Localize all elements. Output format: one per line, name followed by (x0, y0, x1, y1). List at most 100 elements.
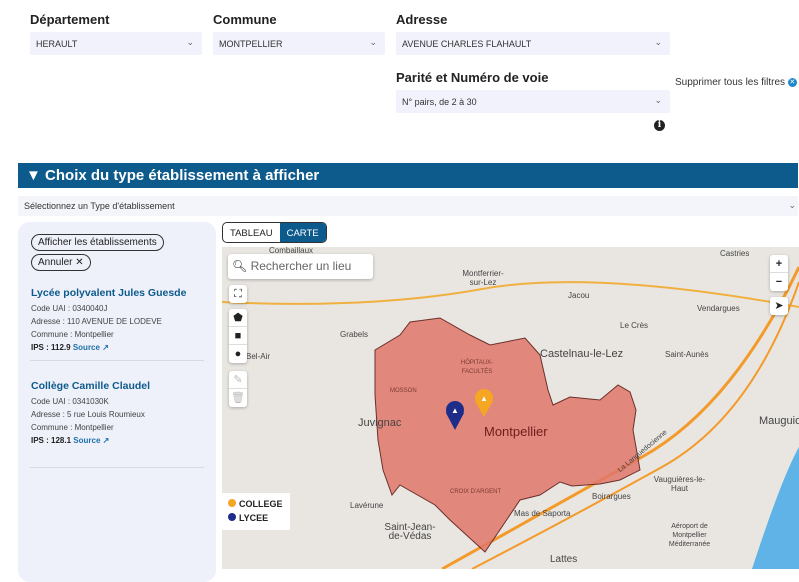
legend-item-college: COLLEGE (228, 497, 284, 511)
type-select[interactable]: Sélectionnez un Type d'établissement ⌄ (18, 196, 798, 216)
map-label: Mas de Saporta (514, 509, 571, 518)
map-label: Grabels (340, 330, 369, 339)
chevron-down-icon: ⌄ (369, 37, 377, 47)
filter-icon: ▼ (26, 167, 41, 184)
section-header[interactable]: ▼ Choix du type établissement à afficher (18, 163, 798, 188)
edit-icon[interactable]: ✎ (229, 371, 247, 389)
establishment-card: Lycée polyvalent Jules Guesde Code UAI :… (31, 287, 186, 354)
district-label: HÔPITAUX-FACULTÉS (460, 360, 494, 375)
search-icon: 🔍︎ (232, 259, 248, 273)
departement-select[interactable]: HERAULT ⌄ (30, 32, 202, 55)
source-link[interactable]: Source (73, 436, 100, 445)
establishment-code: Code UAI : 0340040J (31, 304, 108, 313)
legend-dot (228, 499, 236, 507)
tab-tableau[interactable]: TABLEAU (223, 223, 280, 242)
chevron-down-icon: ⌄ (186, 37, 194, 47)
map-label: Saint-Aunès (665, 350, 709, 359)
svg-text:▲: ▲ (451, 406, 459, 415)
delete-icon[interactable]: 🗑︎ (229, 389, 247, 407)
map-layer: ▲ ▲ (222, 266, 799, 569)
district-label: MOSSON (390, 388, 417, 394)
search-placeholder: Rechercher un lieu (250, 259, 352, 273)
cancel-label: Annuler (38, 257, 73, 268)
chevron-down-icon: ⌄ (654, 37, 662, 47)
map-label: Le Crès (620, 321, 649, 330)
draw-circle-icon[interactable]: ● (229, 345, 247, 363)
svg-text:▲: ▲ (480, 394, 488, 403)
edit-toolbar: ✎ 🗑︎ (229, 371, 247, 407)
adresse-select[interactable]: AVENUE CHARLES FLAHAULT ⌄ (396, 32, 670, 55)
map-label: Vauguières-le-Haut (653, 475, 706, 493)
departement-label: Département (30, 12, 110, 27)
adresse-label: Adresse (396, 12, 448, 27)
commune-select[interactable]: MONTPELLIER ⌄ (213, 32, 385, 55)
draw-toolbar: ⬟ ■ ● (229, 309, 247, 363)
establishment-address: Adresse : 5 rue Louis Roumieux (31, 410, 145, 419)
establishment-ips: IPS : 128.1 (31, 436, 72, 445)
tab-carte[interactable]: CARTE (279, 223, 326, 242)
zoom-out-button[interactable]: − (770, 273, 788, 291)
map-legend: COLLEGE LYCEE (222, 493, 290, 530)
establishment-commune: Commune : Montpellier (31, 330, 114, 339)
place-search-input[interactable]: 🔍︎ Rechercher un lieu (228, 254, 373, 279)
map-label: Montferrier-sur-Lez (462, 269, 504, 287)
map-label: Montpellier (484, 424, 548, 439)
lagoon (752, 447, 799, 569)
parite-label: Parité et Numéro de voie (396, 70, 549, 85)
establishment-code: Code UAI : 0341030K (31, 397, 109, 406)
zoom-in-button[interactable]: + (770, 255, 788, 273)
map-label: Castries (720, 249, 750, 258)
locate-button[interactable]: ➤ (770, 297, 788, 315)
district-label: CROIX D'ARGENT (450, 489, 502, 495)
establishment-name[interactable]: Collège Camille Claudel (31, 380, 150, 393)
legend-label: LYCEE (239, 513, 269, 523)
cancel-button[interactable]: Annuler ✕ (31, 254, 91, 271)
clear-filters-label: Supprimer tous les filtres (675, 77, 786, 88)
legend-label: COLLEGE (239, 499, 283, 509)
close-icon: ✕ (75, 257, 84, 268)
divider (30, 360, 204, 361)
airport-label: Aéroport de Montpellier Méditerranée (668, 523, 711, 548)
view-tabs: TABLEAU CARTE (222, 222, 327, 243)
type-select-placeholder: Sélectionnez un Type d'établissement (24, 201, 175, 211)
chevron-down-icon: ⌄ (654, 95, 662, 105)
parite-value: N° pairs, de 2 à 30 (402, 97, 477, 107)
section-title: Choix du type établissement à afficher (45, 167, 320, 184)
map-label: Juvignac (358, 417, 402, 429)
clear-filters-link[interactable]: Supprimer tous les filtres ✕ (675, 77, 797, 88)
establishment-name[interactable]: Lycée polyvalent Jules Guesde (31, 287, 186, 300)
draw-rectangle-icon[interactable]: ■ (229, 327, 247, 345)
show-establishments-button[interactable]: Afficher les établissements (31, 234, 164, 251)
establishment-commune: Commune : Montpellier (31, 423, 114, 432)
commune-label: Commune (213, 12, 277, 27)
establishment-ips: IPS : 112.9 (31, 343, 71, 352)
map-label: Mauguio (759, 415, 799, 427)
map-label: Bel-Air (246, 352, 271, 361)
map-label: Lattes (550, 554, 578, 565)
adresse-value: AVENUE CHARLES FLAHAULT (402, 39, 532, 49)
results-panel: Afficher les établissements Annuler ✕ Ly… (18, 222, 216, 582)
map-label: Vendargues (697, 304, 740, 313)
parite-select[interactable]: N° pairs, de 2 à 30 ⌄ (396, 90, 670, 113)
source-link[interactable]: Source (73, 343, 100, 352)
establishment-address: Adresse : 110 AVENUE DE LODEVE (31, 317, 162, 326)
fullscreen-button[interactable]: ⛶ (229, 285, 247, 303)
departement-value: HERAULT (36, 39, 78, 49)
map-label: Lavérune (350, 501, 384, 510)
chevron-down-icon: ⌄ (788, 200, 796, 210)
map-label: Castelnau-le-Lez (540, 348, 624, 360)
external-link-icon: ↗ (102, 436, 110, 445)
establishment-card: Collège Camille Claudel Code UAI : 03410… (31, 380, 150, 447)
commune-value: MONTPELLIER (219, 39, 283, 49)
close-circle-icon: ✕ (787, 77, 797, 87)
legend-dot (228, 513, 236, 521)
divider (30, 467, 204, 468)
zoom-control: + − (770, 255, 788, 291)
locate-arrow-icon: ➤ (774, 300, 784, 312)
draw-polygon-icon[interactable]: ⬟ (229, 309, 247, 327)
map-label: Saint-Jean-de-Védas (384, 522, 436, 542)
info-icon[interactable]: i (654, 120, 665, 131)
legend-item-lycee: LYCEE (228, 511, 284, 525)
map[interactable]: ▲ ▲ Combaillaux Montferrier-sur-Lez Jaco… (222, 247, 799, 569)
map-label: Jacou (568, 291, 590, 300)
